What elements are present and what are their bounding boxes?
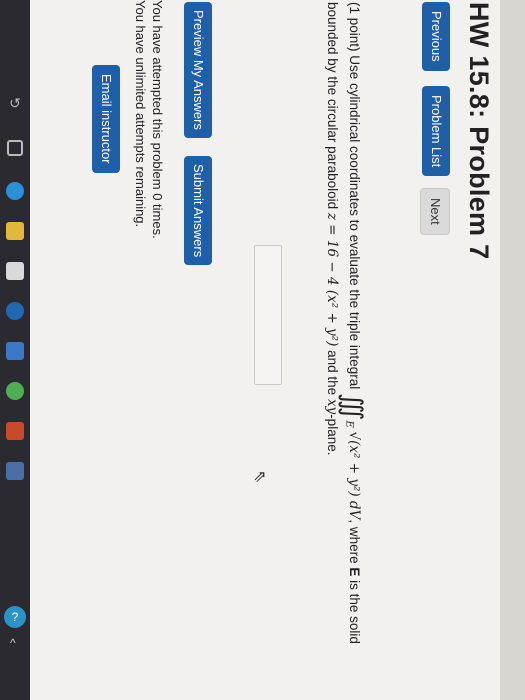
powerpoint-icon[interactable] [6,422,24,440]
media-icon[interactable] [6,342,24,360]
plane-name: xy [324,398,340,415]
triple-integral-icon: ∭ [338,392,368,421]
problem-list-button[interactable]: Problem List [422,86,450,177]
question-line-1: (1 point) Use cylindrical coordinates to… [337,2,368,644]
integral-region: E [343,420,355,428]
preview-answers-button[interactable]: Preview My Answers [184,2,212,138]
hp-icon[interactable] [6,302,24,320]
submit-answers-button[interactable]: Submit Answers [184,156,212,266]
problem-page: HW 15.8: Problem 7 Previous Problem List… [30,0,500,700]
edge-icon[interactable] [6,182,24,200]
attempts-text: You have attempted this problem 0 times. [150,0,165,239]
windows-taskbar: ↺ ? ^ [0,0,30,700]
task-view-icon[interactable] [7,140,23,156]
file-explorer-icon[interactable] [6,222,24,240]
previous-button[interactable]: Previous [422,2,450,71]
back-icon[interactable]: ↺ [6,95,24,113]
question-text-a: (1 point) Use cylindrical coordinates to… [347,2,362,390]
region-label: E [347,567,362,577]
question-line-2: bounded by the circular paraboloid z = 1… [324,2,340,455]
paraboloid-equation: z = 16 − 4 (x² + y²) [324,212,340,347]
mouse-cursor-icon: ⇖ [251,470,268,484]
question-text-b: , where [347,519,362,564]
question-text-d: bounded by the circular paraboloid [325,2,340,210]
help-icon[interactable]: ? [4,606,26,628]
store-icon[interactable] [6,262,24,280]
chevron-up-icon[interactable]: ^ [10,636,16,650]
email-instructor-button[interactable]: Email instructor [92,65,120,173]
reader-icon[interactable] [6,462,24,480]
chrome-icon[interactable] [6,382,24,400]
question-text-c: is the solid [347,580,362,644]
integrand: √(x² + y²) dV [346,431,362,520]
question-text-f: -plane. [325,414,340,456]
answer-input[interactable] [254,245,282,385]
page-title: HW 15.8: Problem 7 [464,2,494,260]
question-text-e: and the [325,350,340,396]
remaining-attempts-text: You have unlimited attempts remaining. [133,0,148,228]
next-button[interactable]: Next [420,188,450,235]
